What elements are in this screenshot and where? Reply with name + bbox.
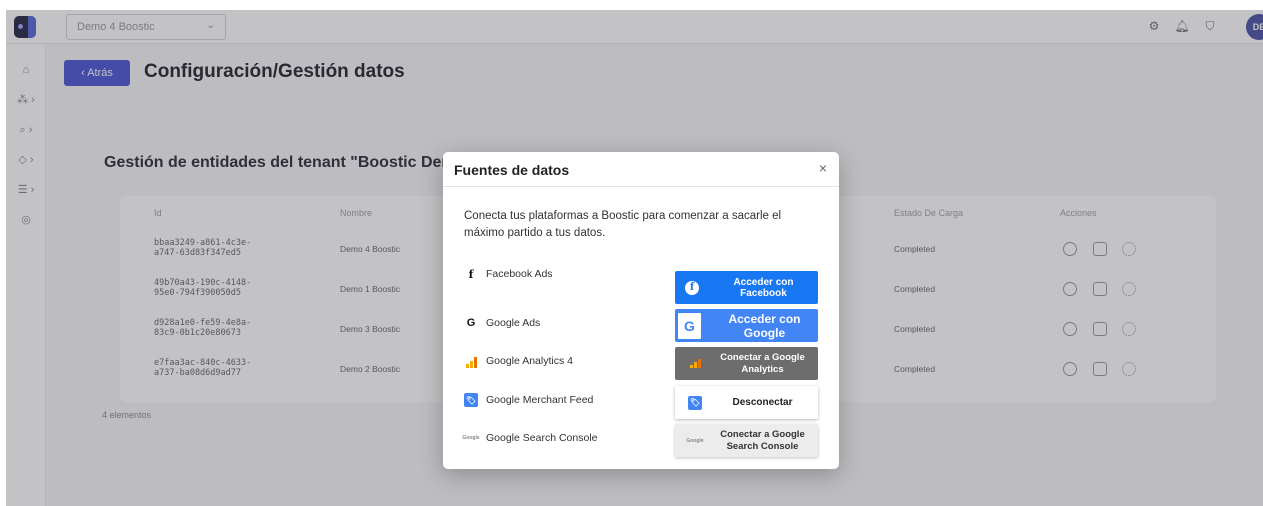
source-label: Google Search Console	[486, 432, 598, 444]
connect-search-console-button[interactable]: Google Conectar a Google Search Console	[675, 424, 818, 457]
google-merchant-icon: 🏷︎	[464, 393, 478, 407]
source-label: Facebook Ads	[486, 268, 553, 280]
source-google-analytics: Google Analytics 4	[464, 351, 573, 371]
facebook-logo-icon: f	[685, 280, 699, 295]
source-google-merchant: 🏷︎ Google Merchant Feed	[464, 390, 593, 410]
close-icon[interactable]: ×	[819, 160, 827, 176]
disconnect-merchant-button[interactable]: 🏷︎ Desconectar	[675, 386, 818, 419]
analytics-button-label: Conectar a Google Analytics	[720, 351, 805, 375]
facebook-button-label: Acceder con Facebook	[733, 276, 794, 299]
google-search-console-icon: Google	[462, 435, 480, 441]
connect-google-analytics-button[interactable]: Conectar a Google Analytics	[675, 347, 818, 380]
source-facebook-ads: f Facebook Ads	[464, 264, 553, 284]
facebook-login-button[interactable]: f Acceder con Facebook	[675, 271, 818, 304]
modal-header: Fuentes de datos ×	[443, 152, 839, 187]
google-button-label: Acceder con Google	[728, 311, 801, 340]
source-google-search-console: Google Google Search Console	[462, 428, 598, 448]
search-console-button-label: Conectar a Google Search Console	[720, 428, 805, 452]
source-label: Google Merchant Feed	[486, 394, 594, 406]
google-icon: G	[466, 317, 476, 329]
facebook-icon: f	[468, 267, 474, 281]
google-logo-icon: G	[678, 312, 701, 339]
google-analytics-icon	[464, 354, 478, 368]
source-label: Google Analytics 4	[486, 355, 573, 367]
google-merchant-icon: 🏷︎	[688, 395, 702, 410]
app-window: Demo 4 Boostic ⌄ ⚙ 🔔︎ ⛉ DE ⌂ ⁂ › ⌕ › ◇ ›…	[6, 10, 1263, 506]
source-label: Google Ads	[486, 317, 541, 329]
data-sources-modal: Fuentes de datos × Conecta tus plataform…	[443, 152, 839, 469]
modal-title: Fuentes de datos	[454, 162, 570, 178]
merchant-button-label: Desconectar	[732, 396, 793, 408]
modal-description: Conecta tus plataformas a Boostic para c…	[464, 210, 782, 239]
google-login-button[interactable]: G Acceder con Google	[675, 309, 818, 342]
source-google-ads: G Google Ads	[464, 313, 541, 333]
google-analytics-icon	[683, 359, 707, 368]
google-search-console-icon: Google	[686, 437, 704, 444]
